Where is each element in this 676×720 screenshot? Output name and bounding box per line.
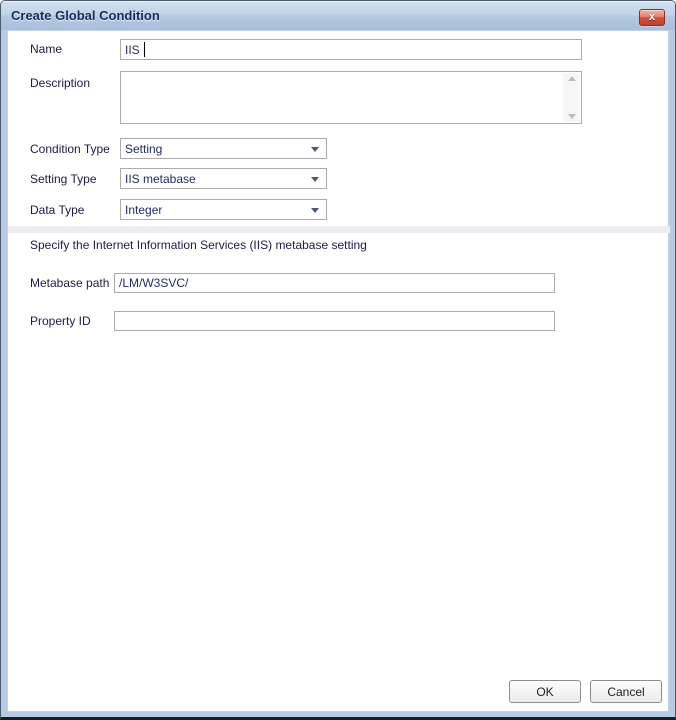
section-divider: [8, 226, 670, 233]
close-icon: x: [649, 12, 655, 23]
name-input[interactable]: [120, 39, 582, 60]
window-title: Create Global Condition: [11, 8, 160, 23]
cancel-button[interactable]: Cancel: [590, 680, 662, 703]
create-global-condition-dialog: Create Global Condition x Name Descripti…: [0, 0, 676, 720]
data-type-value: Integer: [125, 203, 162, 217]
dialog-content: Name Description Condition Type Setting …: [7, 30, 669, 712]
ok-button[interactable]: OK: [509, 680, 581, 703]
chevron-down-icon: [311, 177, 319, 182]
description-label: Description: [30, 76, 90, 90]
name-label: Name: [30, 42, 62, 56]
title-bar: Create Global Condition x: [1, 1, 675, 30]
chevron-down-icon: [311, 208, 319, 213]
property-id-label: Property ID: [30, 314, 91, 328]
close-button[interactable]: x: [639, 9, 665, 26]
chevron-down-icon: [311, 147, 319, 152]
metabase-path-input[interactable]: [114, 273, 555, 293]
setting-type-dropdown[interactable]: IIS metabase: [120, 168, 327, 189]
scroll-up-icon[interactable]: [568, 76, 576, 81]
description-textarea[interactable]: [120, 71, 582, 124]
data-type-dropdown[interactable]: Integer: [120, 199, 327, 220]
condition-type-dropdown[interactable]: Setting: [120, 138, 327, 159]
condition-type-value: Setting: [125, 142, 162, 156]
setting-type-label: Setting Type: [30, 172, 97, 186]
data-type-label: Data Type: [30, 203, 84, 217]
metabase-path-label: Metabase path: [30, 276, 109, 290]
condition-type-label: Condition Type: [30, 142, 110, 156]
scroll-down-icon[interactable]: [568, 114, 576, 119]
text-caret: [144, 42, 145, 57]
property-id-input[interactable]: [114, 311, 555, 331]
setting-type-value: IIS metabase: [125, 172, 196, 186]
metabase-section-heading: Specify the Internet Information Service…: [30, 238, 367, 252]
description-scrollbar[interactable]: [563, 73, 580, 122]
